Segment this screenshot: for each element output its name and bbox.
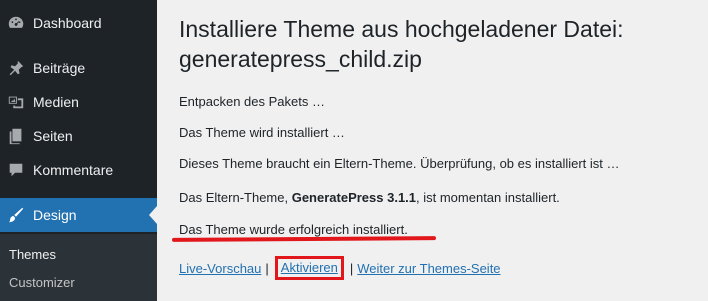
main-content: Installiere Theme aus hochgeladener Date…	[157, 0, 708, 301]
pin-icon	[6, 58, 26, 78]
message-installing: Das Theme wird installiert …	[179, 125, 345, 140]
sidebar-item-medien[interactable]: Medien	[0, 85, 157, 119]
link-separator: |	[349, 260, 354, 276]
parent-prefix: Das Eltern-Theme,	[179, 190, 292, 205]
link-separator: |	[265, 260, 269, 276]
sidebar-item-label: Medien	[33, 94, 79, 110]
comment-icon	[6, 160, 26, 180]
dashboard-icon	[6, 13, 26, 33]
active-indicator-arrow	[149, 206, 157, 224]
sidebar-item-dashboard[interactable]: Dashboard	[0, 6, 157, 40]
live-preview-link[interactable]: Live-Vorschau	[179, 261, 261, 276]
design-submenu: Themes Customizer	[0, 234, 157, 301]
message-needs-parent: Dieses Theme braucht ein Eltern-Theme. Ü…	[179, 156, 620, 171]
media-icon	[6, 92, 26, 112]
page-title: Installiere Theme aus hochgeladener Date…	[179, 16, 624, 72]
activate-link[interactable]: Aktivieren	[281, 260, 338, 275]
sidebar-item-design[interactable]: Design	[0, 198, 157, 232]
sidebar-item-label: Beiträge	[33, 60, 86, 76]
parent-theme-name: GeneratePress 3.1.1	[291, 190, 417, 205]
submenu-item-themes[interactable]: Themes	[9, 247, 56, 262]
annotation-highlight-box: Aktivieren	[274, 256, 344, 280]
message-success: Das Theme wurde erfolgreich installiert.	[179, 222, 408, 237]
sidebar-item-label: Kommentare	[33, 162, 114, 178]
sidebar-item-seiten[interactable]: Seiten	[0, 119, 157, 153]
submenu-item-customizer[interactable]: Customizer	[9, 275, 75, 290]
brush-icon	[6, 205, 26, 225]
sidebar-item-kommentare[interactable]: Kommentare	[0, 153, 157, 187]
parent-suffix: , ist momentan installiert.	[416, 190, 560, 205]
themes-page-link[interactable]: Weiter zur Themes-Seite	[357, 261, 500, 276]
annotation-underline	[171, 236, 437, 242]
sidebar-item-label: Dashboard	[33, 15, 102, 31]
action-links: Live-Vorschau | Aktivieren | Weiter zur …	[179, 256, 501, 280]
pages-icon	[6, 126, 26, 146]
sidebar-item-label: Seiten	[33, 128, 73, 144]
message-parent-installed: Das Eltern-Theme, GeneratePress 3.1.1, i…	[179, 190, 560, 205]
admin-sidebar: Dashboard Beiträge Medien Seiten Komment…	[0, 0, 157, 301]
message-unpack: Entpacken des Pakets …	[179, 94, 325, 109]
sidebar-item-label: Design	[33, 207, 77, 223]
sidebar-item-beitraege[interactable]: Beiträge	[0, 51, 157, 85]
